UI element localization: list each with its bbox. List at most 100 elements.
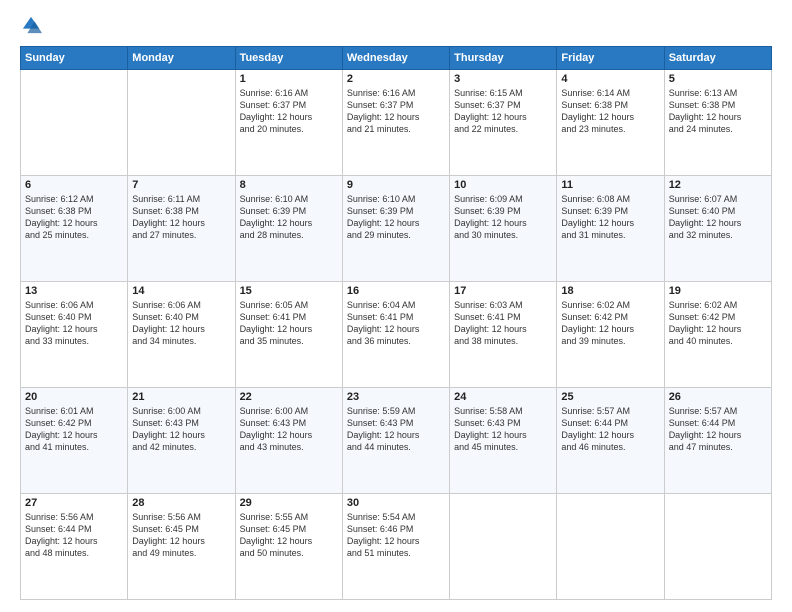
calendar-cell: 15Sunrise: 6:05 AM Sunset: 6:41 PM Dayli…	[235, 282, 342, 388]
day-info: Sunrise: 5:56 AM Sunset: 6:45 PM Dayligh…	[132, 511, 230, 560]
calendar-cell: 18 Sunrise: 6:02 AM Sunset: 6:42 PM Dayli…	[557, 282, 664, 388]
calendar-week-4: 20 Sunrise: 6:01 AM Sunset: 6:42 PM Dayli…	[21, 388, 772, 494]
calendar-cell	[128, 70, 235, 176]
calendar-cell	[21, 70, 128, 176]
calendar-cell: 28 Sunrise: 5:56 AM Sunset: 6:45 PM Dayli…	[128, 494, 235, 600]
day-info: Sunrise: 6:01 AM Sunset: 6:42 PM Dayligh…	[25, 405, 123, 454]
day-info: Sunrise: 6:16 AM Sunset: 6:37 PM Dayligh…	[347, 87, 445, 136]
calendar-cell: 19 Sunrise: 6:02 AM Sunset: 6:42 PM Dayli…	[664, 282, 771, 388]
logo-icon	[20, 14, 42, 36]
calendar-cell: 5 Sunrise: 6:13 AM Sunset: 6:38 PM Daylig…	[664, 70, 771, 176]
day-number: 11	[561, 179, 659, 191]
day-info: Sunrise: 6:14 AM Sunset: 6:38 PM Dayligh…	[561, 87, 659, 136]
day-info: Sunrise: 5:56 AM Sunset: 6:44 PM Dayligh…	[25, 511, 123, 560]
page: SundayMondayTuesdayWednesdayThursdayFrid…	[0, 0, 792, 612]
day-number: 7	[132, 179, 230, 191]
day-number: 26	[669, 391, 767, 403]
calendar-week-1: 1 Sunrise: 6:16 AM Sunset: 6:37 PM Daylig…	[21, 70, 772, 176]
day-number: 30	[347, 497, 445, 509]
calendar-cell: 17 Sunrise: 6:03 AM Sunset: 6:41 PM Dayli…	[450, 282, 557, 388]
day-info: Sunrise: 6:02 AM Sunset: 6:42 PM Dayligh…	[669, 299, 767, 348]
day-info: Sunrise: 5:57 AM Sunset: 6:44 PM Dayligh…	[669, 405, 767, 454]
logo	[20, 16, 44, 36]
day-number: 28	[132, 497, 230, 509]
day-info: Sunrise: 6:11 AM Sunset: 6:38 PM Dayligh…	[132, 193, 230, 242]
day-number: 17	[454, 285, 552, 297]
day-info: Sunrise: 6:10 AM Sunset: 6:39 PM Dayligh…	[347, 193, 445, 242]
calendar-cell: 12 Sunrise: 6:07 AM Sunset: 6:40 PM Dayli…	[664, 176, 771, 282]
col-header-tuesday: Tuesday	[235, 47, 342, 70]
calendar-cell: 29 Sunrise: 5:55 AM Sunset: 6:45 PM Dayli…	[235, 494, 342, 600]
day-info: Sunrise: 5:55 AM Sunset: 6:45 PM Dayligh…	[240, 511, 338, 560]
day-info: Sunrise: 5:58 AM Sunset: 6:43 PM Dayligh…	[454, 405, 552, 454]
day-info: Sunrise: 5:59 AM Sunset: 6:43 PM Dayligh…	[347, 405, 445, 454]
calendar-cell: 3 Sunrise: 6:15 AM Sunset: 6:37 PM Daylig…	[450, 70, 557, 176]
header	[20, 16, 772, 36]
calendar-cell	[450, 494, 557, 600]
calendar-cell: 14Sunrise: 6:06 AM Sunset: 6:40 PM Dayli…	[128, 282, 235, 388]
col-header-wednesday: Wednesday	[342, 47, 449, 70]
calendar-cell: 7 Sunrise: 6:11 AM Sunset: 6:38 PM Daylig…	[128, 176, 235, 282]
col-header-friday: Friday	[557, 47, 664, 70]
day-number: 9	[347, 179, 445, 191]
day-info: Sunrise: 6:06 AM Sunset: 6:40 PM Dayligh…	[25, 299, 123, 348]
day-info: Sunrise: 6:07 AM Sunset: 6:40 PM Dayligh…	[669, 193, 767, 242]
day-info: Sunrise: 6:12 AM Sunset: 6:38 PM Dayligh…	[25, 193, 123, 242]
day-info: Sunrise: 6:08 AM Sunset: 6:39 PM Dayligh…	[561, 193, 659, 242]
col-header-sunday: Sunday	[21, 47, 128, 70]
calendar-cell: 22 Sunrise: 6:00 AM Sunset: 6:43 PM Dayli…	[235, 388, 342, 494]
day-number: 19	[669, 285, 767, 297]
day-info: Sunrise: 5:54 AM Sunset: 6:46 PM Dayligh…	[347, 511, 445, 560]
day-number: 1	[240, 73, 338, 85]
calendar-cell: 24 Sunrise: 5:58 AM Sunset: 6:43 PM Dayli…	[450, 388, 557, 494]
calendar-cell: 4 Sunrise: 6:14 AM Sunset: 6:38 PM Daylig…	[557, 70, 664, 176]
col-header-saturday: Saturday	[664, 47, 771, 70]
calendar-cell: 25 Sunrise: 5:57 AM Sunset: 6:44 PM Dayli…	[557, 388, 664, 494]
day-number: 4	[561, 73, 659, 85]
day-number: 3	[454, 73, 552, 85]
calendar-cell: 27 Sunrise: 5:56 AM Sunset: 6:44 PM Dayli…	[21, 494, 128, 600]
day-number: 6	[25, 179, 123, 191]
day-number: 16	[347, 285, 445, 297]
day-number: 15	[240, 285, 338, 297]
calendar-cell: 11 Sunrise: 6:08 AM Sunset: 6:39 PM Dayli…	[557, 176, 664, 282]
day-info: Sunrise: 5:57 AM Sunset: 6:44 PM Dayligh…	[561, 405, 659, 454]
calendar-cell: 13 Sunrise: 6:06 AM Sunset: 6:40 PM Dayli…	[21, 282, 128, 388]
day-number: 24	[454, 391, 552, 403]
day-number: 20	[25, 391, 123, 403]
day-info: Sunrise: 6:00 AM Sunset: 6:43 PM Dayligh…	[132, 405, 230, 454]
col-header-monday: Monday	[128, 47, 235, 70]
calendar-header-row: SundayMondayTuesdayWednesdayThursdayFrid…	[21, 47, 772, 70]
day-info: Sunrise: 6:13 AM Sunset: 6:38 PM Dayligh…	[669, 87, 767, 136]
day-number: 25	[561, 391, 659, 403]
day-info: Sunrise: 6:06 AM Sunset: 6:40 PM Dayligh…	[132, 299, 230, 348]
calendar-cell: 26 Sunrise: 5:57 AM Sunset: 6:44 PM Dayli…	[664, 388, 771, 494]
day-number: 27	[25, 497, 123, 509]
calendar-cell: 10Sunrise: 6:09 AM Sunset: 6:39 PM Dayli…	[450, 176, 557, 282]
day-info: Sunrise: 6:03 AM Sunset: 6:41 PM Dayligh…	[454, 299, 552, 348]
day-number: 12	[669, 179, 767, 191]
day-number: 18	[561, 285, 659, 297]
col-header-thursday: Thursday	[450, 47, 557, 70]
calendar-cell	[557, 494, 664, 600]
calendar-table: SundayMondayTuesdayWednesdayThursdayFrid…	[20, 46, 772, 600]
calendar-cell: 2Sunrise: 6:16 AM Sunset: 6:37 PM Daylig…	[342, 70, 449, 176]
day-number: 22	[240, 391, 338, 403]
day-number: 8	[240, 179, 338, 191]
day-info: Sunrise: 6:16 AM Sunset: 6:37 PM Dayligh…	[240, 87, 338, 136]
calendar-cell	[664, 494, 771, 600]
calendar-cell: 16Sunrise: 6:04 AM Sunset: 6:41 PM Dayli…	[342, 282, 449, 388]
day-number: 23	[347, 391, 445, 403]
day-number: 10	[454, 179, 552, 191]
calendar-cell: 9 Sunrise: 6:10 AM Sunset: 6:39 PM Daylig…	[342, 176, 449, 282]
day-number: 5	[669, 73, 767, 85]
calendar-cell: 20 Sunrise: 6:01 AM Sunset: 6:42 PM Dayli…	[21, 388, 128, 494]
day-number: 29	[240, 497, 338, 509]
day-info: Sunrise: 6:00 AM Sunset: 6:43 PM Dayligh…	[240, 405, 338, 454]
calendar-week-5: 27 Sunrise: 5:56 AM Sunset: 6:44 PM Dayli…	[21, 494, 772, 600]
calendar-cell: 30 Sunrise: 5:54 AM Sunset: 6:46 PM Dayli…	[342, 494, 449, 600]
day-number: 13	[25, 285, 123, 297]
day-info: Sunrise: 6:15 AM Sunset: 6:37 PM Dayligh…	[454, 87, 552, 136]
day-info: Sunrise: 6:02 AM Sunset: 6:42 PM Dayligh…	[561, 299, 659, 348]
day-info: Sunrise: 6:10 AM Sunset: 6:39 PM Dayligh…	[240, 193, 338, 242]
